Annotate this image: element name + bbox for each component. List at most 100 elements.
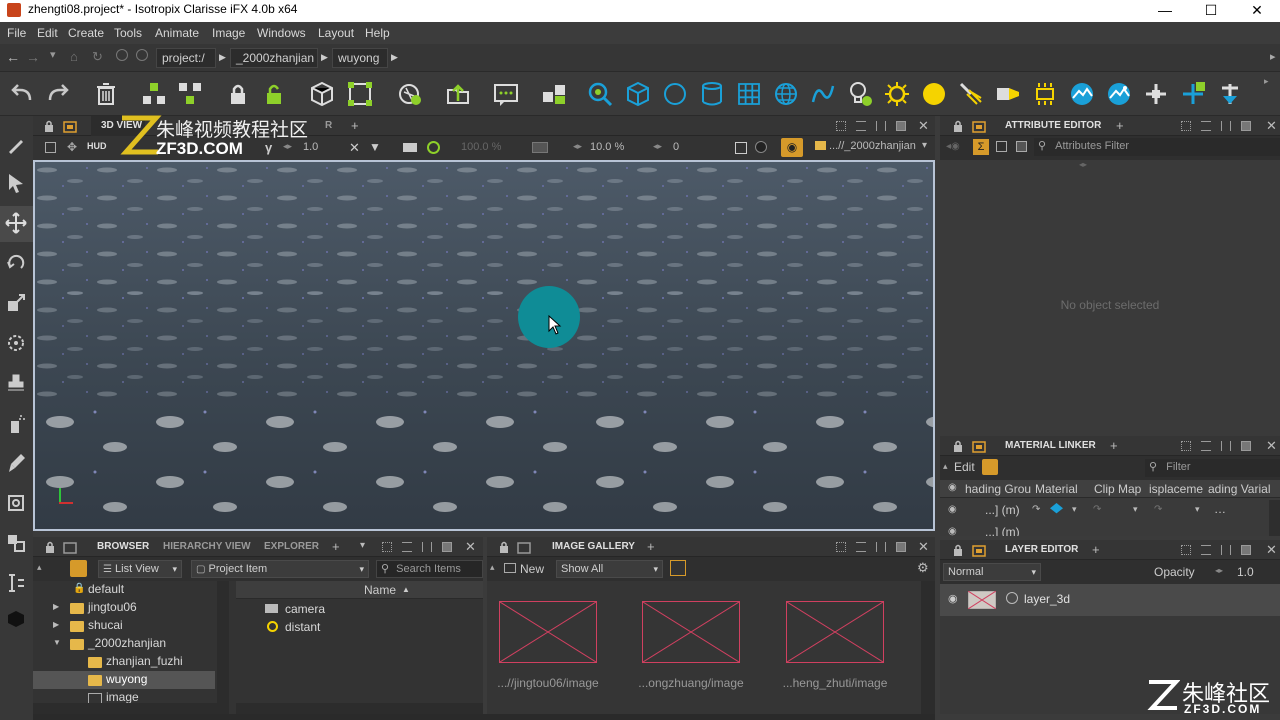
layout-cols-icon[interactable] [422,542,432,552]
panel-menu-icon[interactable] [972,543,986,557]
history-icon[interactable]: ◂◉ [946,141,960,152]
snapshot-icon[interactable] [735,142,747,154]
col-material[interactable]: Material [1035,482,1078,496]
unlock-icon[interactable] [260,80,288,108]
light-bulb-icon[interactable] [846,80,874,108]
add-tab-icon[interactable]: + [1116,118,1124,133]
frame-value[interactable]: 0 [673,141,679,153]
tree-item-2000zhanjian[interactable]: ▼ _2000zhanjian [33,635,213,653]
info-icon[interactable] [136,49,148,61]
grid-icon[interactable] [735,80,763,108]
layout-rows-icon[interactable] [1201,121,1211,131]
layout-rows-icon[interactable] [1201,441,1211,451]
attribute-editor-title[interactable]: ATTRIBUTE EDITOR [1005,120,1101,131]
panel-menu-icon[interactable] [63,119,77,133]
measure-icon[interactable] [5,572,27,594]
table-row[interactable]: ◉ ...] (m) ↷ ▾ ↷ ▾ ↷ ▾ … [940,500,1268,522]
close-panel-icon[interactable]: ✕ [465,539,476,555]
pencil-icon[interactable] [5,134,27,156]
view-mode-select[interactable]: ☰ List View ▾ [98,560,182,578]
maximize-panel-icon[interactable] [896,542,906,552]
new-button[interactable]: New [520,562,544,576]
breadcrumb-zhanjian[interactable]: _2000zhanjian [230,48,318,68]
snap-icon[interactable] [5,532,27,554]
collapse-arrow-icon[interactable]: ▼ [53,638,61,647]
layout-cols-icon[interactable] [1221,121,1231,131]
splitter-handle-icon[interactable]: ◂▸ [1079,160,1087,169]
context-path[interactable]: ...//_2000zhanjian [829,140,916,152]
frame-icon[interactable] [5,492,27,514]
environment-icon[interactable] [1068,80,1096,108]
tree-item-image[interactable]: image [33,689,213,703]
close-panel-icon[interactable]: ✕ [1266,118,1277,134]
menu-layout[interactable]: Layout [318,26,354,40]
layout-rows-icon[interactable] [402,542,412,552]
table-row[interactable]: ◉ ...] (m) [940,522,1268,536]
clip-dropdown-icon[interactable]: ▾ [1133,504,1138,515]
save-view-icon[interactable] [45,142,56,153]
gallery-title[interactable]: IMAGE GALLERY [552,541,635,552]
material-filter-input[interactable]: ⚲ Filter [1145,459,1280,477]
box-icon[interactable] [624,80,652,108]
add-tab-icon[interactable]: + [647,539,655,554]
frame-slider-icon[interactable]: ◂▸ [653,141,662,152]
delete-icon[interactable] [92,80,120,108]
visibility-eye-icon[interactable]: ◉ [948,592,958,605]
col-displacement[interactable]: isplaceme [1149,482,1203,496]
skydome-icon[interactable] [1105,80,1133,108]
panel-menu-icon[interactable] [63,540,77,554]
close-panel-icon[interactable]: ✕ [1266,438,1277,454]
layout-rows-icon[interactable] [856,121,866,131]
stamp-icon[interactable] [5,372,27,394]
breadcrumb-project[interactable]: project:/ [156,48,216,68]
history-dropdown-icon[interactable]: ▾ [50,48,56,61]
tree-item-shucai[interactable]: ▶ shucai [33,617,213,635]
tree-item-jingtou06[interactable]: ▶ jingtou06 [33,599,213,617]
camera-tool-icon[interactable] [5,608,27,630]
col-clip-map[interactable]: Clip Map [1094,482,1141,496]
menu-help[interactable]: Help [365,26,390,40]
panel-lock-icon[interactable] [43,120,55,132]
panel-lock-icon[interactable] [952,120,964,132]
close-panel-icon[interactable]: ✕ [918,539,929,555]
minimize-button[interactable]: — [1142,0,1188,22]
disp-dropdown-icon[interactable]: ▾ [1195,504,1200,515]
tree-item-wuyong[interactable]: wuyong [33,671,215,689]
scatter-icon[interactable] [346,80,374,108]
tree-item-zhanjian-fuzhi[interactable]: zhanjian_fuzhi [33,653,213,671]
close-panel-icon[interactable]: ✕ [918,118,929,134]
menu-windows[interactable]: Windows [257,26,306,40]
breadcrumb-wuyong[interactable]: wuyong [332,48,388,68]
path-expand-icon[interactable]: ▸ [1270,50,1276,63]
select-arrow-icon[interactable] [5,172,27,194]
layout-rows-icon[interactable] [1201,545,1211,555]
refresh-icon[interactable]: ↻ [92,49,103,65]
filter-icon[interactable]: ▼ [369,140,381,154]
panel-menu-icon[interactable] [972,119,986,133]
sampling-icon[interactable] [532,142,548,153]
expand-arrow-icon[interactable]: ▶ [53,620,59,629]
quality-value[interactable]: 100.0 % [461,141,501,153]
layout-cols-icon[interactable] [876,121,886,131]
edit-menu[interactable]: Edit [954,460,975,474]
menu-tools[interactable]: Tools [114,26,142,40]
layout-grid-icon[interactable] [836,121,846,131]
stop-icon[interactable] [116,49,128,61]
layout-cols-icon[interactable] [876,542,886,552]
search-scene-icon[interactable] [586,80,614,108]
add-tab-icon[interactable]: + [351,118,359,133]
panel-lock-icon[interactable] [952,544,964,556]
menu-animate[interactable]: Animate [155,26,199,40]
material-linker-title[interactable]: MATERIAL LINKER [1005,440,1096,451]
visibility-eye-icon[interactable]: ◉ [948,482,957,493]
menu-create[interactable]: Create [68,26,104,40]
layout-cols-icon[interactable] [1221,441,1231,451]
resolution-value[interactable]: 10.0 % [590,141,624,153]
layout-grid-icon[interactable] [1181,121,1191,131]
col-shading-variable[interactable]: ading Varial [1208,482,1270,496]
background-icon[interactable] [755,141,767,153]
expand-arrow-icon[interactable]: ▶ [53,602,59,611]
link-icon[interactable]: ↷ [1032,504,1040,515]
panel-menu-icon[interactable] [517,540,531,554]
maximize-panel-icon[interactable] [896,121,906,131]
